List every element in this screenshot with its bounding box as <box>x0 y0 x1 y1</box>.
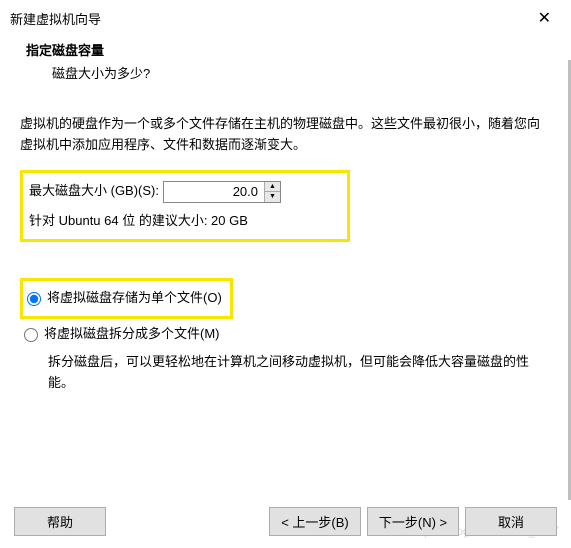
radio-split-input[interactable] <box>24 328 38 342</box>
page-subtitle: 磁盘大小为多少? <box>26 63 571 82</box>
page-title: 指定磁盘容量 <box>26 40 571 63</box>
radio-split-file[interactable]: 将虚拟磁盘拆分成多个文件(M) <box>20 321 551 348</box>
radio-single-file[interactable]: 将虚拟磁盘存储为单个文件(O) <box>27 285 222 312</box>
close-icon[interactable]: ✕ <box>532 8 557 28</box>
radio-single-input[interactable] <box>27 292 41 306</box>
radio-single-label: 将虚拟磁盘存储为单个文件(O) <box>47 288 222 309</box>
disk-size-input[interactable] <box>164 182 264 202</box>
disk-recommend-text: 针对 Ubuntu 64 位 的建议大小: 20 GB <box>29 211 339 232</box>
disk-size-label: 最大磁盘大小 (GB)(S): <box>29 181 159 202</box>
spinner-up-icon[interactable]: ▲ <box>265 182 280 193</box>
split-description: 拆分磁盘后，可以更轻松地在计算机之间移动虚拟机，但可能会降低大容量磁盘的性能。 <box>20 348 551 394</box>
cancel-button[interactable]: 取消 <box>465 507 557 536</box>
radio-split-label: 将虚拟磁盘拆分成多个文件(M) <box>44 324 220 345</box>
disk-size-section: 最大磁盘大小 (GB)(S): ▲ ▼ 针对 Ubuntu 64 位 的建议大小… <box>20 170 350 243</box>
window-title: 新建虚拟机向导 <box>10 9 101 28</box>
single-file-section: 将虚拟磁盘存储为单个文件(O) <box>20 278 233 319</box>
help-button[interactable]: 帮助 <box>14 507 106 536</box>
next-button[interactable]: 下一步(N) > <box>367 507 459 536</box>
description-text: 虚拟机的硬盘作为一个或多个文件存储在主机的物理磁盘中。这些文件最初很小，随着您向… <box>20 114 551 156</box>
disk-size-spinner[interactable]: ▲ ▼ <box>163 181 281 203</box>
back-button[interactable]: < 上一步(B) <box>269 507 361 536</box>
spinner-down-icon[interactable]: ▼ <box>265 192 280 202</box>
